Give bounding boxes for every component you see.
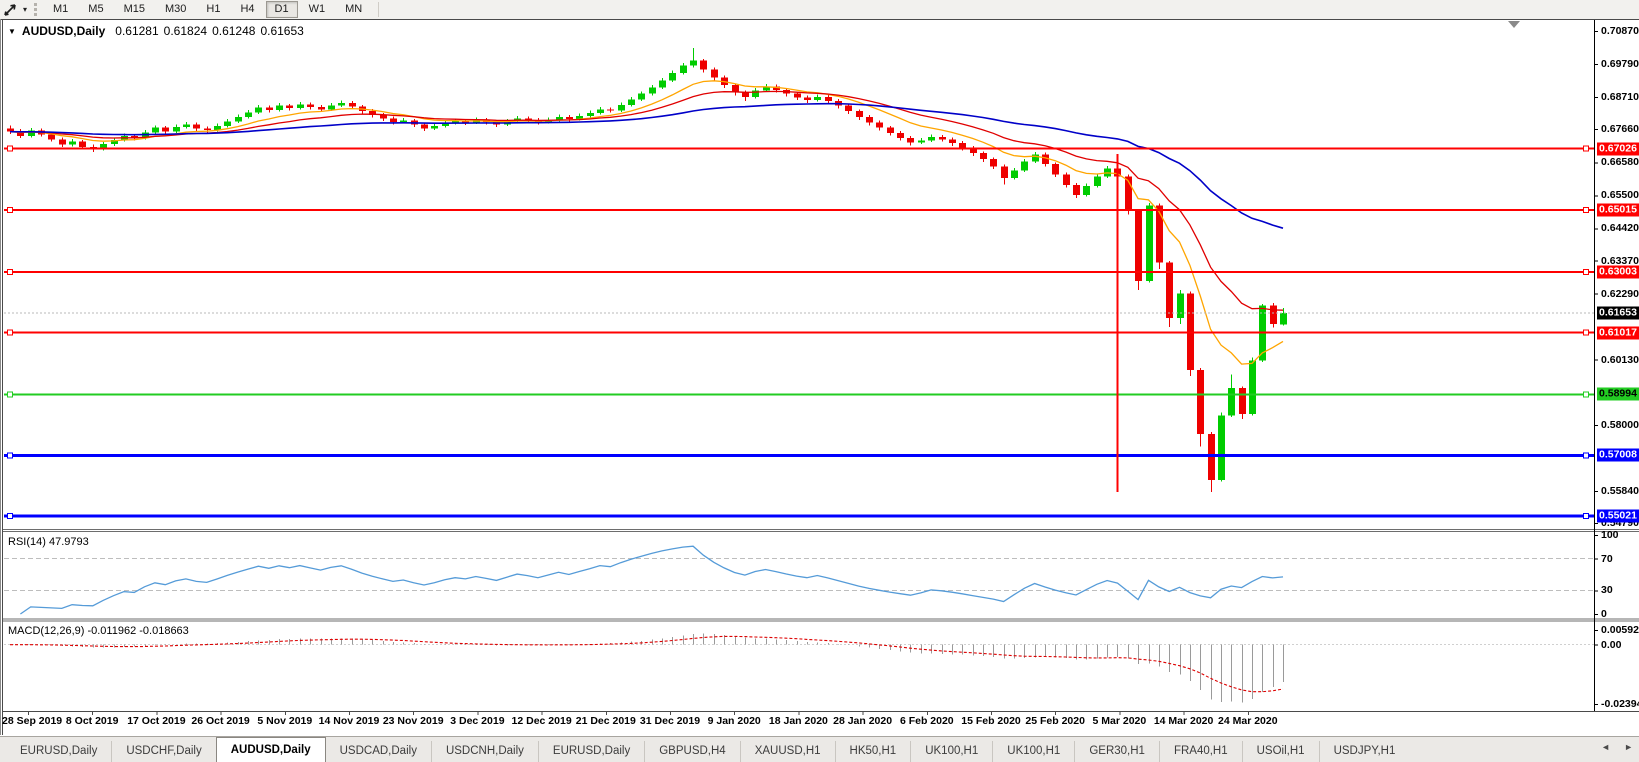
date-label: 14 Mar 2020 xyxy=(1154,715,1214,727)
low-value: 0.61248 xyxy=(212,24,255,38)
mt4-window: ▾ M1M5M15M30H1H4D1W1MN ▼AUDUSD,Daily0.61… xyxy=(0,0,1639,762)
chart-tab-eurusd-daily[interactable]: EURUSD,Daily xyxy=(6,741,111,762)
macd-tick--0.023944: -0.023944 xyxy=(1601,698,1639,710)
date-label: 23 Nov 2019 xyxy=(383,715,444,727)
rsi-tick-70: 70 xyxy=(1601,553,1613,565)
date-label: 17 Oct 2019 xyxy=(127,715,185,727)
macd-histogram xyxy=(11,634,1284,703)
date-label: 9 Jan 2020 xyxy=(708,715,761,727)
chart-tab-usdjpy-h1[interactable]: USDJPY,H1 xyxy=(1319,741,1410,762)
chart-tab-usoil-h1[interactable]: USOil,H1 xyxy=(1242,741,1319,762)
close-value: 0.61653 xyxy=(260,24,303,38)
date-label: 18 Jan 2020 xyxy=(769,715,828,727)
ma-fast-line xyxy=(10,81,1283,364)
high-value: 0.61824 xyxy=(164,24,207,38)
hline-badge-0.67026: 0.67026 xyxy=(1597,142,1639,155)
chart-tab-uk100-h1[interactable]: UK100,H1 xyxy=(992,741,1074,762)
chart-tab-fra40-h1[interactable]: FRA40,H1 xyxy=(1159,741,1242,762)
price-tick-0.60130: 0.60130 xyxy=(1601,354,1639,366)
rsi-tick-0: 0 xyxy=(1601,608,1607,620)
chart-tab-gbpusd-h4[interactable]: GBPUSD,H4 xyxy=(644,741,739,762)
tab-scroll-left-icon[interactable]: ◄ xyxy=(1601,742,1610,752)
date-label: 25 Feb 2020 xyxy=(1025,715,1085,727)
date-label: 5 Mar 2020 xyxy=(1093,715,1147,727)
candles-layer xyxy=(7,48,1287,492)
current-price-badge: 0.61653 xyxy=(1597,307,1639,320)
price-tick-0.62290: 0.62290 xyxy=(1601,288,1639,300)
window-menu-icon[interactable]: ▼ xyxy=(8,27,16,36)
date-label: 31 Dec 2019 xyxy=(640,715,700,727)
hline-badge-0.55021: 0.55021 xyxy=(1597,510,1639,523)
rsi-line xyxy=(20,546,1283,614)
rsi-tick-100: 100 xyxy=(1601,529,1619,541)
open-value: 0.61281 xyxy=(115,24,158,38)
date-label: 8 Oct 2019 xyxy=(66,715,119,727)
hline-badge-0.58994: 0.58994 xyxy=(1597,388,1639,401)
price-tick-0.68710: 0.68710 xyxy=(1601,91,1639,103)
price-tick-0.66580: 0.66580 xyxy=(1601,156,1639,168)
macd-label: MACD(12,26,9) -0.011962 -0.018663 xyxy=(8,625,189,637)
chart-tab-uk100-h1[interactable]: UK100,H1 xyxy=(910,741,992,762)
chart-tab-eurusd-daily[interactable]: EURUSD,Daily xyxy=(538,741,644,762)
hline-badge-0.65015: 0.65015 xyxy=(1597,204,1639,217)
chart-tab-xauusd-h1[interactable]: XAUUSD,H1 xyxy=(740,741,835,762)
chart-shift-marker[interactable] xyxy=(1508,21,1520,28)
date-label: 3 Dec 2019 xyxy=(450,715,504,727)
chart-tab-usdcnh-daily[interactable]: USDCNH,Daily xyxy=(431,741,538,762)
tab-scroll-arrows: ◄ ► xyxy=(1601,742,1633,752)
date-label: 6 Feb 2020 xyxy=(900,715,954,727)
date-label: 15 Feb 2020 xyxy=(961,715,1021,727)
chart-tab-audusd-daily[interactable]: AUDUSD,Daily xyxy=(216,737,326,762)
price-tick-0.70870: 0.70870 xyxy=(1601,25,1639,37)
chart-tab-usdchf-daily[interactable]: USDCHF,Daily xyxy=(111,741,215,762)
price-tick-0.67660: 0.67660 xyxy=(1601,123,1639,135)
symbol-label: AUDUSD,Daily xyxy=(22,24,105,38)
rsi-tick-30: 30 xyxy=(1601,584,1613,596)
chart-tab-usdcad-daily[interactable]: USDCAD,Daily xyxy=(326,741,431,762)
date-label: 24 Mar 2020 xyxy=(1218,715,1278,727)
date-label: 14 Nov 2019 xyxy=(319,715,380,727)
date-label: 12 Dec 2019 xyxy=(512,715,572,727)
price-tick-0.58000: 0.58000 xyxy=(1601,419,1639,431)
price-tick-0.65500: 0.65500 xyxy=(1601,189,1639,201)
date-label: 5 Nov 2019 xyxy=(257,715,312,727)
chart-tab-hk50-h1[interactable]: HK50,H1 xyxy=(835,741,911,762)
macd-tick-0.005923: 0.005923 xyxy=(1601,624,1639,636)
price-tick-0.55840: 0.55840 xyxy=(1601,485,1639,497)
date-label: 28 Sep 2019 xyxy=(2,715,62,727)
macd-tick-0.00: 0.00 xyxy=(1601,639,1621,651)
hline-badge-0.63003: 0.63003 xyxy=(1597,265,1639,278)
chart-tab-ger30-h1[interactable]: GER30,H1 xyxy=(1074,741,1159,762)
date-label: 26 Oct 2019 xyxy=(191,715,249,727)
hline-badge-0.61017: 0.61017 xyxy=(1597,326,1639,339)
chart-title: ▼ AUDUSD,Daily 0.61281 0.61824 0.61248 0.6165… xyxy=(8,24,309,38)
hline-badge-0.57008: 0.57008 xyxy=(1597,449,1639,462)
tab-scroll-right-icon[interactable]: ► xyxy=(1624,742,1633,752)
rsi-label: RSI(14) 47.9793 xyxy=(8,536,89,548)
chart-tab-bar: EURUSD,DailyUSDCHF,DailyAUDUSD,DailyUSDC… xyxy=(0,736,1639,762)
price-tick-0.69790: 0.69790 xyxy=(1601,58,1639,70)
date-label: 21 Dec 2019 xyxy=(576,715,636,727)
price-tick-0.64420: 0.64420 xyxy=(1601,222,1639,234)
chart-canvas[interactable] xyxy=(0,0,1639,736)
ma-mid-line xyxy=(10,91,1283,310)
date-label: 28 Jan 2020 xyxy=(833,715,892,727)
